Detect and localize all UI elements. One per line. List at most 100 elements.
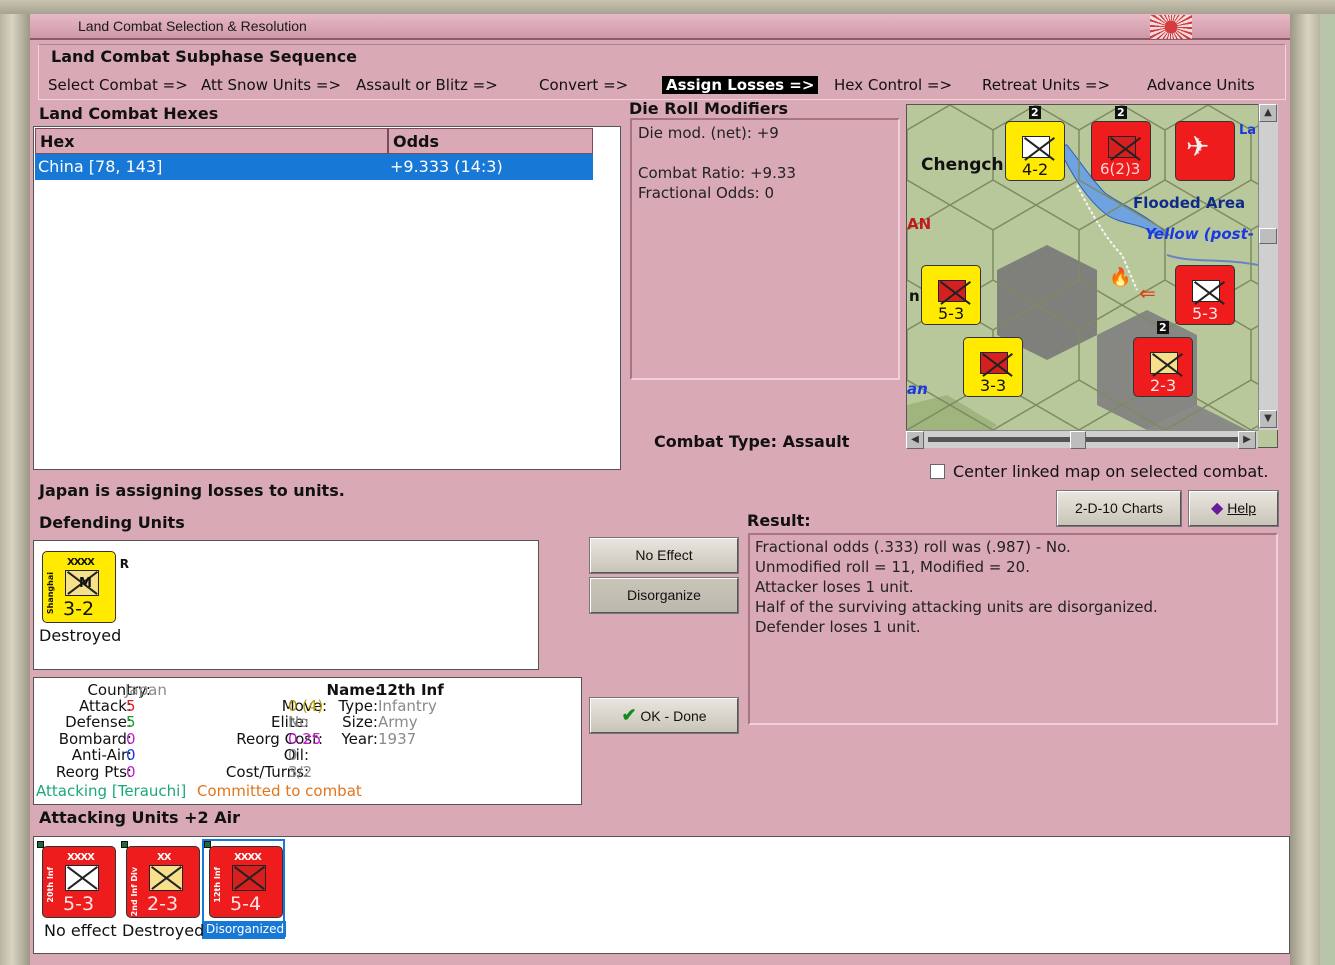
- reorg-pts-value: 0: [126, 763, 136, 781]
- step-hex-control: Hex Control =>: [834, 76, 953, 94]
- attacking-units-title: Attacking Units +2 Air: [39, 808, 240, 827]
- disorganize-button[interactable]: Disorganize: [589, 577, 739, 614]
- scroll-thumb-horizontal[interactable]: [1070, 431, 1086, 449]
- result-line: Unmodified roll = 11, Modified = 20.: [755, 558, 1030, 576]
- column-odds[interactable]: Odds: [388, 128, 593, 154]
- step-advance-units: Advance Units: [1147, 76, 1255, 94]
- center-linked-map-checkbox[interactable]: [930, 464, 945, 479]
- scroll-right-button[interactable]: ▶: [1238, 431, 1256, 449]
- window-frame-right: [1290, 14, 1320, 965]
- table-row[interactable]: China [78, 143] +9.333 (14:3): [35, 154, 593, 180]
- year-value: 1937: [378, 730, 417, 748]
- size-label: Size:: [342, 713, 378, 731]
- year-label: Year:: [341, 730, 378, 748]
- help-book-icon: ◆: [1211, 500, 1224, 517]
- map-label-flooded-area: Flooded Area: [1133, 194, 1246, 212]
- ok-done-label: OK - Done: [640, 708, 707, 724]
- defending-units-title: Defending Units: [39, 513, 185, 532]
- map-counter-red[interactable]: 5-3: [1175, 265, 1235, 325]
- window-frame-left: [0, 14, 30, 965]
- result-line: Attacker loses 1 unit.: [755, 578, 914, 596]
- result-line: Fractional odds (.333) roll was (.987) -…: [755, 538, 1071, 556]
- hex-cell: China [78, 143]: [38, 157, 163, 176]
- combat-ratio-line: Combat Ratio: +9.33: [638, 164, 796, 182]
- committed-status: Committed to combat: [197, 782, 362, 800]
- combat-flame-icon: 🔥: [1109, 267, 1132, 288]
- defense-value: 5: [126, 713, 136, 731]
- japan-flag-icon: [1150, 15, 1192, 39]
- stack-count: 2: [1115, 106, 1127, 119]
- scroll-down-button[interactable]: ▼: [1259, 410, 1277, 428]
- help-button[interactable]: ◆ Help: [1188, 490, 1279, 527]
- help-button-label: Help: [1227, 500, 1256, 516]
- attacker-unit-counter-selected[interactable]: XXXX 12th Inf 5-4: [204, 841, 283, 918]
- step-assault-or-blitz: Assault or Blitz =>: [356, 76, 498, 94]
- subphase-sequence-title: Land Combat Subphase Sequence: [49, 47, 360, 66]
- map-label-chengch: Chengch: [921, 155, 1004, 175]
- attacker-unit-status: No effect: [44, 921, 117, 940]
- die-roll-modifiers-title: Die Roll Modifiers: [629, 99, 789, 118]
- background-map-edge: [1320, 14, 1335, 965]
- map-counter-yellow[interactable]: 5-3: [921, 265, 981, 325]
- linked-map[interactable]: Chengch Flooded Area Yellow (post- La AN…: [906, 104, 1278, 448]
- cost-turns-value: 3/2: [288, 763, 313, 781]
- combat-type-label: Combat Type: Assault: [654, 432, 850, 451]
- map-label-yellow: Yellow (post-: [1145, 225, 1254, 243]
- scroll-up-button[interactable]: ▲: [1259, 104, 1277, 122]
- column-hex[interactable]: Hex: [35, 128, 388, 154]
- center-linked-map-label: Center linked map on selected combat.: [953, 462, 1269, 481]
- reorg-pts-label: Reorg Pts:: [55, 763, 132, 781]
- no-effect-button[interactable]: No Effect: [589, 537, 739, 574]
- unit-info-panel: Country: Japan Attack: 5 Defense: 5 Bomb…: [33, 677, 582, 805]
- step-att-snow-units: Att Snow Units =>: [201, 76, 342, 94]
- result-line: Half of the surviving attacking units ar…: [755, 598, 1158, 616]
- map-vertical-scrollbar[interactable]: ▲ ▼: [1258, 104, 1278, 430]
- attack-arrow-icon: ⇐: [1139, 281, 1156, 305]
- status-message: Japan is assigning losses to units.: [39, 481, 345, 500]
- attacker-unit-status: Disorganized: [204, 921, 287, 937]
- map-counter-yellow[interactable]: 4-2: [1005, 121, 1065, 181]
- charts-button[interactable]: 2-D-10 Charts: [1056, 490, 1182, 527]
- map-counter-yellow[interactable]: 3-3: [963, 337, 1023, 397]
- attacker-unit-status: Destroyed: [122, 921, 205, 940]
- desktop-top-strip: [0, 0, 1335, 14]
- oil-value: 0: [288, 746, 298, 764]
- land-combat-hexes-title: Land Combat Hexes: [39, 104, 219, 123]
- result-line: Defender loses 1 unit.: [755, 618, 921, 636]
- ok-done-button[interactable]: ✔ OK - Done: [589, 697, 739, 734]
- map-label-la: La: [1239, 123, 1257, 138]
- map-counter-red[interactable]: 6(2)3: [1091, 121, 1151, 181]
- map-label-n: n: [909, 287, 920, 305]
- scroll-left-button[interactable]: ◀: [906, 431, 924, 449]
- attacking-commander: Attacking [Terauchi]: [36, 782, 187, 800]
- defender-unit-counter[interactable]: XXXX R M Shanghai 3-2: [42, 551, 129, 623]
- defender-unit-status: Destroyed: [39, 626, 122, 645]
- die-mod-line: Die mod. (net): +9: [638, 124, 779, 142]
- stack-count: 2: [1157, 321, 1169, 334]
- result-box: Fractional odds (.333) roll was (.987) -…: [748, 533, 1278, 725]
- scroll-thumb-vertical[interactable]: [1259, 228, 1277, 244]
- result-title: Result:: [747, 511, 811, 530]
- step-retreat-units: Retreat Units =>: [982, 76, 1111, 94]
- window-title: Land Combat Selection & Resolution: [78, 18, 307, 34]
- attacker-unit-counter[interactable]: XXXX 20th Inf 5-3: [37, 841, 116, 918]
- checkmark-icon: ✔: [621, 705, 637, 725]
- attacker-unit-counter[interactable]: XX 2nd Inf Div 2-3: [121, 841, 200, 918]
- map-counter-red[interactable]: 2-3: [1133, 337, 1193, 397]
- stack-count: 2: [1029, 106, 1041, 119]
- map-label-an-red: AN: [907, 215, 932, 233]
- odds-cell: +9.333 (14:3): [390, 157, 503, 176]
- antiair-label: Anti-Air:: [71, 746, 132, 764]
- map-horizontal-scrollbar[interactable]: ◀ ▶: [906, 430, 1258, 449]
- antiair-value: 0: [126, 746, 136, 764]
- die-roll-modifiers-box: Die mod. (net): +9 Combat Ratio: +9.33 F…: [630, 118, 900, 380]
- step-select-combat: Select Combat =>: [48, 76, 188, 94]
- fractional-odds-line: Fractional Odds: 0: [638, 184, 775, 202]
- step-convert: Convert =>: [539, 76, 629, 94]
- map-counter-air[interactable]: ✈: [1175, 121, 1235, 181]
- size-value: Army: [378, 713, 418, 731]
- elite-value: No: [288, 713, 309, 731]
- step-assign-losses-active: Assign Losses =>: [662, 76, 819, 94]
- map-label-an-blue: an: [907, 380, 928, 398]
- plane-icon: ✈: [1186, 130, 1210, 163]
